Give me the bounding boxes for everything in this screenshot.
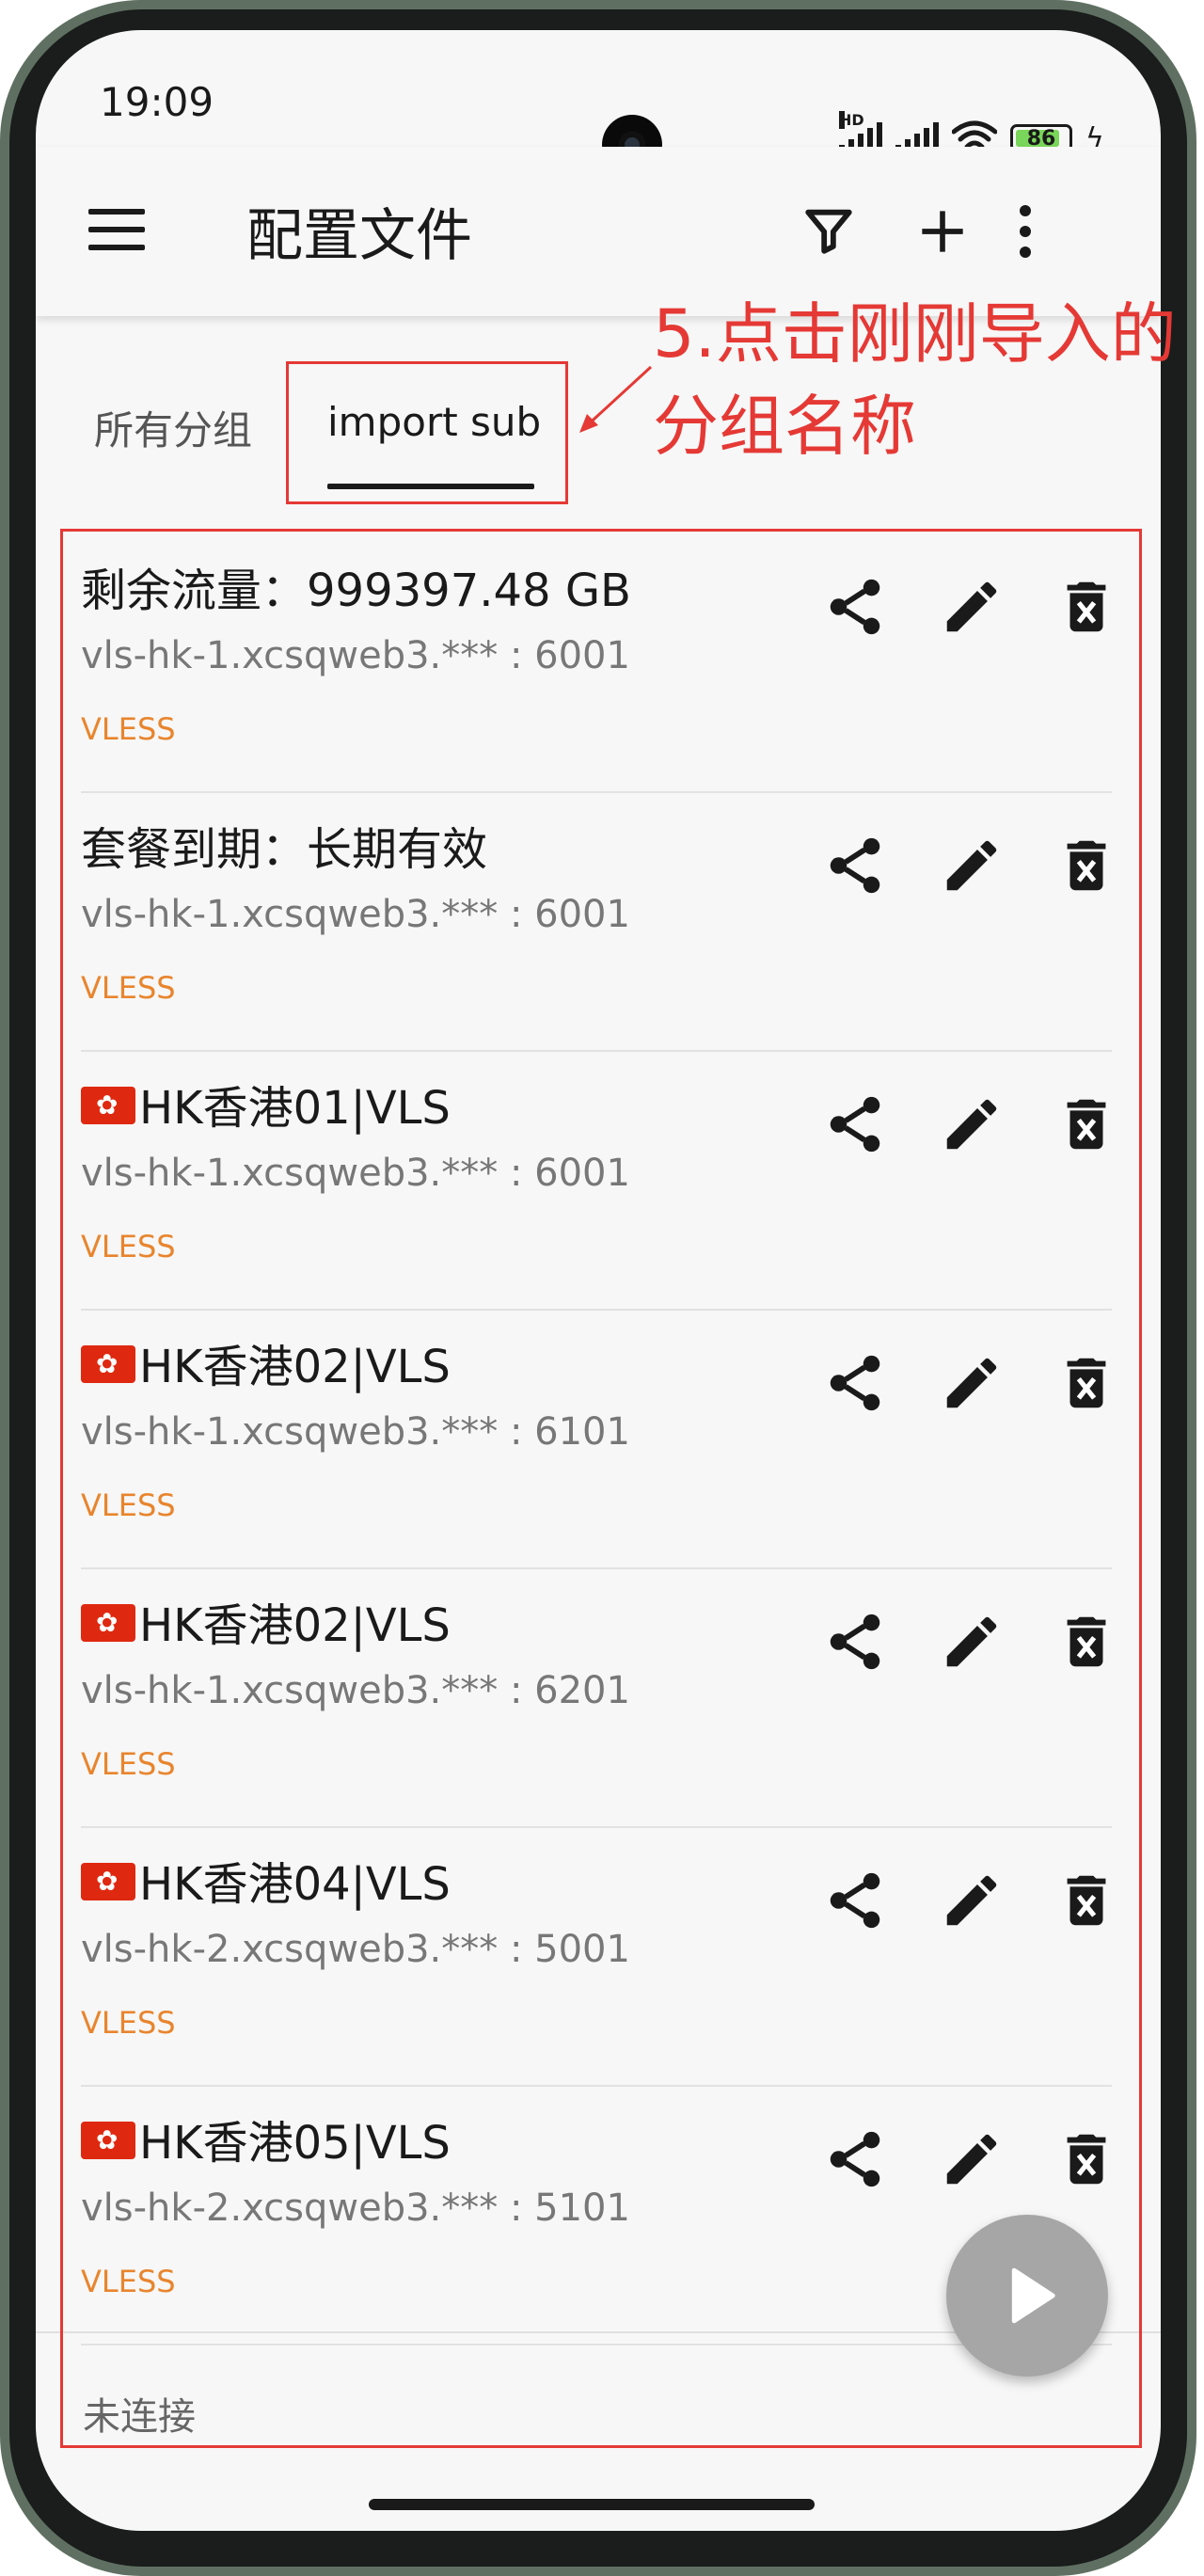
filter-icon[interactable] [801, 203, 856, 258]
annotation-text: 5.点击刚刚导入的 分组名称 [653, 288, 1204, 472]
add-icon[interactable] [918, 207, 967, 256]
power-button [1187, 1082, 1196, 1251]
annotation-box-list [60, 529, 1142, 2448]
menu-icon[interactable] [88, 209, 145, 250]
tab-all-groups[interactable]: 所有分组 [94, 399, 252, 456]
annotation-box-tab [286, 361, 568, 504]
status-time: 19:09 [100, 79, 214, 125]
annotation-line-2: 分组名称 [653, 388, 916, 465]
annotation-arrow [579, 365, 653, 433]
page-title: 配置文件 [246, 203, 472, 269]
volume-button [1187, 649, 1196, 837]
more-vert-icon[interactable] [1020, 205, 1031, 258]
annotation-line-1: 5.点击刚刚导入的 [653, 295, 1177, 373]
home-indicator[interactable] [369, 2499, 815, 2510]
hd-label: HD [839, 111, 864, 129]
